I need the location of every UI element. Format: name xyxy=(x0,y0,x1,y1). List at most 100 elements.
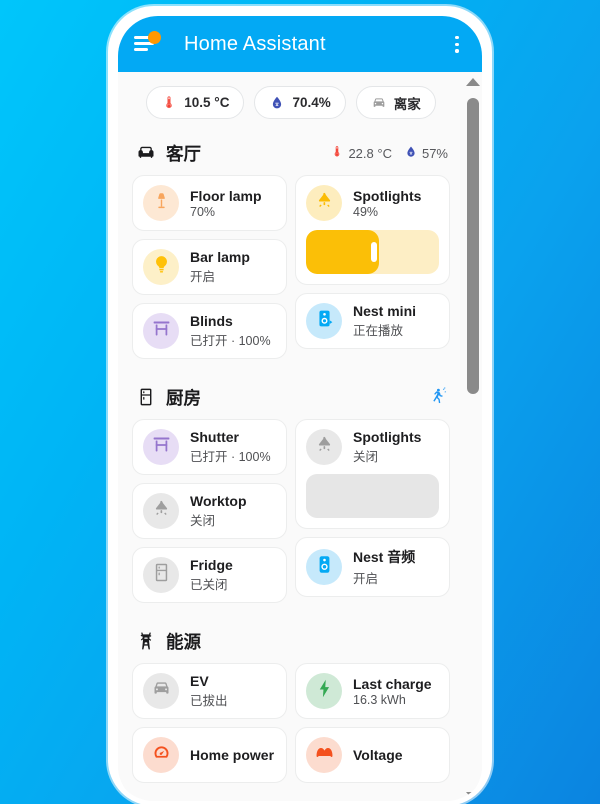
tile-text: Bar lamp 开启 xyxy=(190,249,250,285)
area-sensor: 57% xyxy=(404,145,448,162)
thermometer-icon xyxy=(330,145,344,162)
area-column-left: Shutter 已打开 · 100% Worktop 关闭 Fridge 已关闭 xyxy=(132,419,287,603)
tile-name: Shutter xyxy=(190,429,239,445)
tile-icon-badge xyxy=(143,429,179,465)
spotlight-icon xyxy=(314,434,335,460)
more-vertical-icon[interactable] xyxy=(446,32,468,56)
car-icon xyxy=(371,95,387,111)
area-grid: EV 已拔出 Home power Last charge 16.3 kWh Voltag… xyxy=(132,663,450,783)
tile-state: 开启 xyxy=(190,270,216,284)
tile-icon-badge xyxy=(143,493,179,529)
slider-knob[interactable] xyxy=(370,242,377,262)
area-sensors xyxy=(430,386,448,408)
entity-tile[interactable]: Blinds 已打开 · 100% xyxy=(132,303,287,359)
tile-name: Blinds xyxy=(190,313,233,329)
floor-lamp-icon xyxy=(151,190,172,216)
area-column-left: Floor lamp 70% Bar lamp 开启 Blinds 已打开 · 100% xyxy=(132,175,287,359)
dashboard-scroll-area[interactable]: 10.5 °C 70.4% 离家 客厅 22.8 °C 57% Floor lamp 70%… xyxy=(118,72,482,801)
light-card[interactable]: Spotlights 49% xyxy=(295,175,450,285)
blinds-icon xyxy=(151,318,172,344)
tile-state: 已打开 · 100% xyxy=(190,334,271,348)
entity-tile[interactable]: Nest mini 正在播放 xyxy=(295,293,450,349)
tile-text: Home power xyxy=(190,747,274,763)
tile-icon-badge xyxy=(306,429,342,465)
chip-car[interactable]: 离家 xyxy=(355,86,436,119)
tile-name: Nest 音频 xyxy=(353,549,416,565)
phone-frame: Home Assistant 10.5 °C 70.4% 离家 客厅 22.8 °C 5… xyxy=(108,6,492,804)
chip-thermometer[interactable]: 10.5 °C xyxy=(146,86,245,119)
area-grid: Shutter 已打开 · 100% Worktop 关闭 Fridge 已关闭 Spotl… xyxy=(132,419,450,603)
speaker-cast-icon xyxy=(314,308,335,334)
entity-tile[interactable]: Bar lamp 开启 xyxy=(132,239,287,295)
hamburger-menu-icon[interactable] xyxy=(132,31,162,57)
area-header: 客厅 22.8 °C 57% xyxy=(136,141,448,165)
scroll-up-arrow[interactable] xyxy=(466,78,480,86)
scroll-down-arrow[interactable] xyxy=(466,792,480,800)
tile-icon-badge xyxy=(143,249,179,285)
entity-tile[interactable]: Last charge 16.3 kWh xyxy=(295,663,450,719)
phone-screen: Home Assistant 10.5 °C 70.4% 离家 客厅 22.8 °C 5… xyxy=(118,16,482,801)
notification-dot xyxy=(148,31,161,44)
app-bar: Home Assistant xyxy=(118,16,482,72)
gauge-icon xyxy=(151,742,172,768)
scroll-thumb[interactable] xyxy=(467,98,479,394)
spotlight-icon xyxy=(151,498,172,524)
tile-icon-badge xyxy=(306,549,342,585)
entity-tile[interactable]: Shutter 已打开 · 100% xyxy=(132,419,287,475)
tile-icon-badge xyxy=(306,673,342,709)
area-sensor-value: 57% xyxy=(421,145,448,161)
tile-state: 关闭 xyxy=(353,450,379,464)
area-title: 能源 xyxy=(166,631,201,652)
motion-walking-icon[interactable] xyxy=(430,386,448,408)
page-title: Home Assistant xyxy=(184,32,326,55)
thermometer-icon xyxy=(161,95,177,111)
brightness-slider[interactable] xyxy=(306,474,439,518)
tile-icon-badge xyxy=(306,303,342,339)
light-card-header: Spotlights 关闭 xyxy=(306,429,439,465)
menu-line xyxy=(134,48,148,51)
area-section-kitchen: 厨房 Shutter 已打开 · 100% Worktop 关闭 Fridge 已关闭 Spo… xyxy=(132,385,450,603)
tile-state: 正在播放 xyxy=(353,324,404,338)
light-card[interactable]: Spotlights 关闭 xyxy=(295,419,450,529)
area-section-living-room: 客厅 22.8 °C 57% Floor lamp 70% Bar lamp 开启 Blind… xyxy=(132,141,450,359)
light-card-header: Spotlights 49% xyxy=(306,185,439,221)
dot xyxy=(455,42,459,46)
entity-tile[interactable]: Floor lamp 70% xyxy=(132,175,287,231)
tile-state: 已打开 · 100% xyxy=(190,450,271,464)
chip-label: 70.4% xyxy=(292,95,331,110)
tile-text: Voltage xyxy=(353,747,403,763)
car-icon xyxy=(151,678,172,704)
tile-text: Spotlights 49% xyxy=(353,188,421,219)
area-column-right: Spotlights 49% Nest mini 正在播放 xyxy=(295,175,450,359)
chip-water-drop[interactable]: 70.4% xyxy=(254,86,346,119)
chip-label: 离家 xyxy=(393,96,421,112)
entity-tile[interactable]: Nest 音频 开启 xyxy=(295,537,450,597)
area-title: 客厅 xyxy=(166,143,201,164)
entity-tile[interactable]: Worktop 关闭 xyxy=(132,483,287,539)
area-column-left: EV 已拔出 Home power xyxy=(132,663,287,783)
entity-tile[interactable]: EV 已拔出 xyxy=(132,663,287,719)
chip-row: 10.5 °C 70.4% 离家 xyxy=(132,86,450,119)
area-header: 能源 xyxy=(136,629,448,653)
tile-state: 70% xyxy=(190,204,216,219)
tile-text: Spotlights 关闭 xyxy=(353,429,421,465)
tile-state: 开启 xyxy=(353,572,379,586)
brightness-slider[interactable] xyxy=(306,230,439,274)
entity-tile[interactable]: Voltage xyxy=(295,727,450,783)
tile-text: Last charge 16.3 kWh xyxy=(353,676,432,707)
entity-tile[interactable]: Fridge 已关闭 xyxy=(132,547,287,603)
tile-state: 已拔出 xyxy=(190,694,228,708)
area-sensor-value: 22.8 °C xyxy=(348,145,392,161)
tile-text: Worktop 关闭 xyxy=(190,493,247,529)
tile-text: Floor lamp 70% xyxy=(190,188,262,219)
tile-icon-badge xyxy=(143,737,179,773)
tile-name: Fridge xyxy=(190,557,233,573)
tile-state: 已关闭 xyxy=(190,578,228,592)
area-sensor: 22.8 °C xyxy=(330,145,392,162)
entity-tile[interactable]: Home power xyxy=(132,727,287,783)
tile-name: Voltage xyxy=(353,747,403,763)
area-column-right: Last charge 16.3 kWh Voltage xyxy=(295,663,450,783)
sine-wave-icon xyxy=(314,742,335,768)
scrollbar[interactable] xyxy=(464,72,482,801)
area-header: 厨房 xyxy=(136,385,448,409)
